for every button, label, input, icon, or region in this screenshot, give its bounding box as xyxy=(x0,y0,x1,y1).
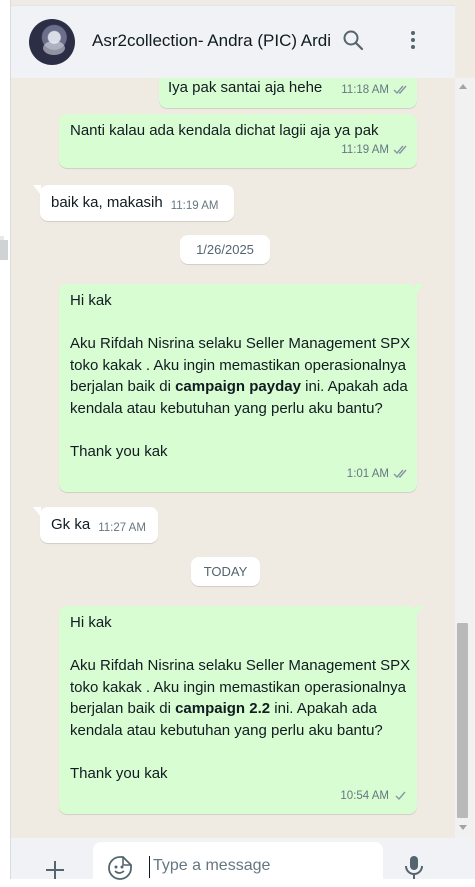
message-content: Hi kak Aku Rifdah Nisrina selaku Seller … xyxy=(70,612,415,784)
message-time: 11:27 AM xyxy=(98,522,146,534)
message-greeting: Hi kak xyxy=(70,614,112,631)
single-check-icon xyxy=(393,788,409,810)
message-incoming[interactable]: baik ka, makasih 11:19 AM xyxy=(33,185,234,221)
date-label: TODAY xyxy=(203,564,248,579)
message-text: Iya pak santai aja hehe xyxy=(168,79,323,96)
scroll-down-arrow-icon[interactable] xyxy=(459,825,467,830)
sticker-emoji-icon[interactable] xyxy=(107,855,133,886)
message-body-bold: campaign payday xyxy=(175,378,301,395)
edge-marker xyxy=(0,240,8,260)
message-meta: 10:54 AM xyxy=(340,786,409,810)
date-label: 1/26/2025 xyxy=(196,242,254,257)
message-body-bold: campaign 2.2 xyxy=(175,700,271,717)
message-body: Aku Rifdah Nisrina selaku Seller Managem… xyxy=(70,333,415,419)
message-greeting: Hi kak xyxy=(70,292,112,309)
message-closing: Thank you kak xyxy=(70,442,168,460)
message-meta: 11:18 AM xyxy=(341,80,409,104)
message-content: Hi kak Aku Rifdah Nisrina selaku Seller … xyxy=(70,290,415,462)
message-closing: Thank you kak xyxy=(70,764,168,782)
message-time: 1:01 AM xyxy=(346,467,389,480)
message-outgoing[interactable]: Nanti kalau ada kendala dichat lagii aja… xyxy=(59,114,417,168)
message-meta: 1:01 AM xyxy=(347,464,409,488)
message-text: Gk ka xyxy=(51,516,91,533)
message-time: 11:18 AM xyxy=(341,83,389,96)
date-divider: 1/26/2025 xyxy=(180,235,270,264)
message-composer xyxy=(11,838,475,886)
text-caret xyxy=(149,856,150,878)
date-divider: TODAY xyxy=(191,557,260,586)
more-vertical-icon[interactable] xyxy=(401,28,425,57)
message-time: 11:19 AM xyxy=(170,200,219,212)
chat-window: Asr2collection- Andra (PIC) Ardi Iya pak… xyxy=(10,0,475,886)
chat-header[interactable]: Asr2collection- Andra (PIC) Ardi xyxy=(11,5,455,78)
double-check-icon xyxy=(393,466,409,488)
message-outgoing[interactable]: Hi kak Aku Rifdah Nisrina selaku Seller … xyxy=(59,606,424,814)
left-panel-edge xyxy=(0,0,10,879)
scrollbar-thumb[interactable] xyxy=(457,623,468,818)
scroll-up-arrow-icon[interactable] xyxy=(459,84,467,89)
message-time: 10:54 AM xyxy=(340,789,389,802)
message-input-box[interactable] xyxy=(93,842,383,886)
message-meta: 11:19 AM xyxy=(341,140,409,164)
double-check-icon xyxy=(393,142,409,164)
message-input[interactable] xyxy=(151,852,375,880)
message-body: Aku Rifdah Nisrina selaku Seller Managem… xyxy=(70,655,415,741)
message-text: baik ka, makasih xyxy=(51,194,163,211)
contact-avatar[interactable] xyxy=(29,19,75,65)
message-text: Nanti kalau ada kendala dichat lagii aja… xyxy=(70,122,379,139)
message-time: 11:19 AM xyxy=(341,143,389,156)
microphone-icon[interactable] xyxy=(403,854,425,885)
search-icon[interactable] xyxy=(341,28,365,57)
message-list[interactable]: Iya pak santai aja hehe 11:18 AM Nanti k… xyxy=(11,78,455,838)
message-outgoing[interactable]: Hi kak Aku Rifdah Nisrina selaku Seller … xyxy=(59,284,424,492)
message-outgoing[interactable]: Iya pak santai aja hehe 11:18 AM xyxy=(159,78,424,108)
contact-name[interactable]: Asr2collection- Andra (PIC) Ardi xyxy=(92,31,342,51)
double-check-icon xyxy=(393,82,409,104)
plus-icon[interactable] xyxy=(43,858,67,887)
message-incoming[interactable]: Gk ka 11:27 AM xyxy=(33,507,158,543)
scrollbar[interactable] xyxy=(455,78,475,838)
